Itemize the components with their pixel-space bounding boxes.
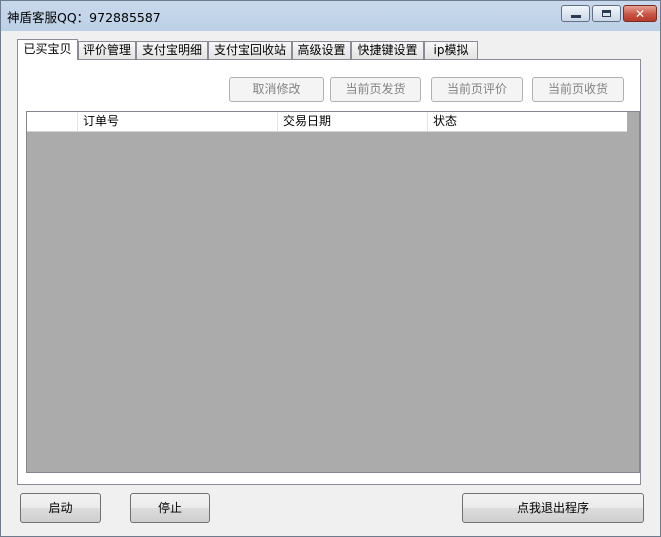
ship-current-page-button[interactable]: 当前页发货 [330,77,421,102]
orders-list-view[interactable]: 订单号 交易日期 状态 [26,111,640,473]
maximize-button[interactable] [592,5,621,22]
window-title: 神盾客服QQ：972885587 [7,10,161,25]
tab-bought-items[interactable]: 已买宝贝 [17,39,78,60]
receive-current-page-button[interactable]: 当前页收货 [532,77,624,102]
close-button[interactable]: ✕ [623,5,657,22]
start-button[interactable]: 启动 [20,493,101,523]
tab-hotkey-settings[interactable]: 快捷键设置 [351,41,424,59]
close-icon: ✕ [634,6,646,21]
column-header-status[interactable]: 状态 [427,112,627,131]
cancel-edit-button[interactable]: 取消修改 [229,77,324,102]
stop-button[interactable]: 停止 [130,493,210,523]
tab-advanced-settings[interactable]: 高级设置 [292,41,351,59]
maximize-icon [602,10,611,17]
column-header-blank[interactable] [27,112,77,131]
client-area: 已买宝贝 评价管理 支付宝明细 支付宝回收站 高级设置 快捷键设置 ip模拟 取… [9,31,654,529]
title-bar[interactable]: 神盾客服QQ：972885587 ✕ [1,1,660,29]
tab-alipay-recycle-bin[interactable]: 支付宝回收站 [208,41,292,59]
minimize-icon [570,15,581,18]
tab-alipay-details[interactable]: 支付宝明细 [136,41,208,59]
tab-review-management[interactable]: 评价管理 [78,41,136,59]
exit-program-button[interactable]: 点我退出程序 [462,493,644,523]
review-current-page-button[interactable]: 当前页评价 [431,77,523,102]
app-window: 神盾客服QQ：972885587 ✕ 已买宝贝 评价管理 支付宝明细 支付宝回收… [0,0,661,537]
list-header: 订单号 交易日期 状态 [27,112,627,132]
column-header-order-number[interactable]: 订单号 [77,112,277,131]
tab-ip-simulation[interactable]: ip模拟 [424,41,478,59]
column-header-trade-date[interactable]: 交易日期 [277,112,427,131]
minimize-button[interactable] [561,5,590,22]
